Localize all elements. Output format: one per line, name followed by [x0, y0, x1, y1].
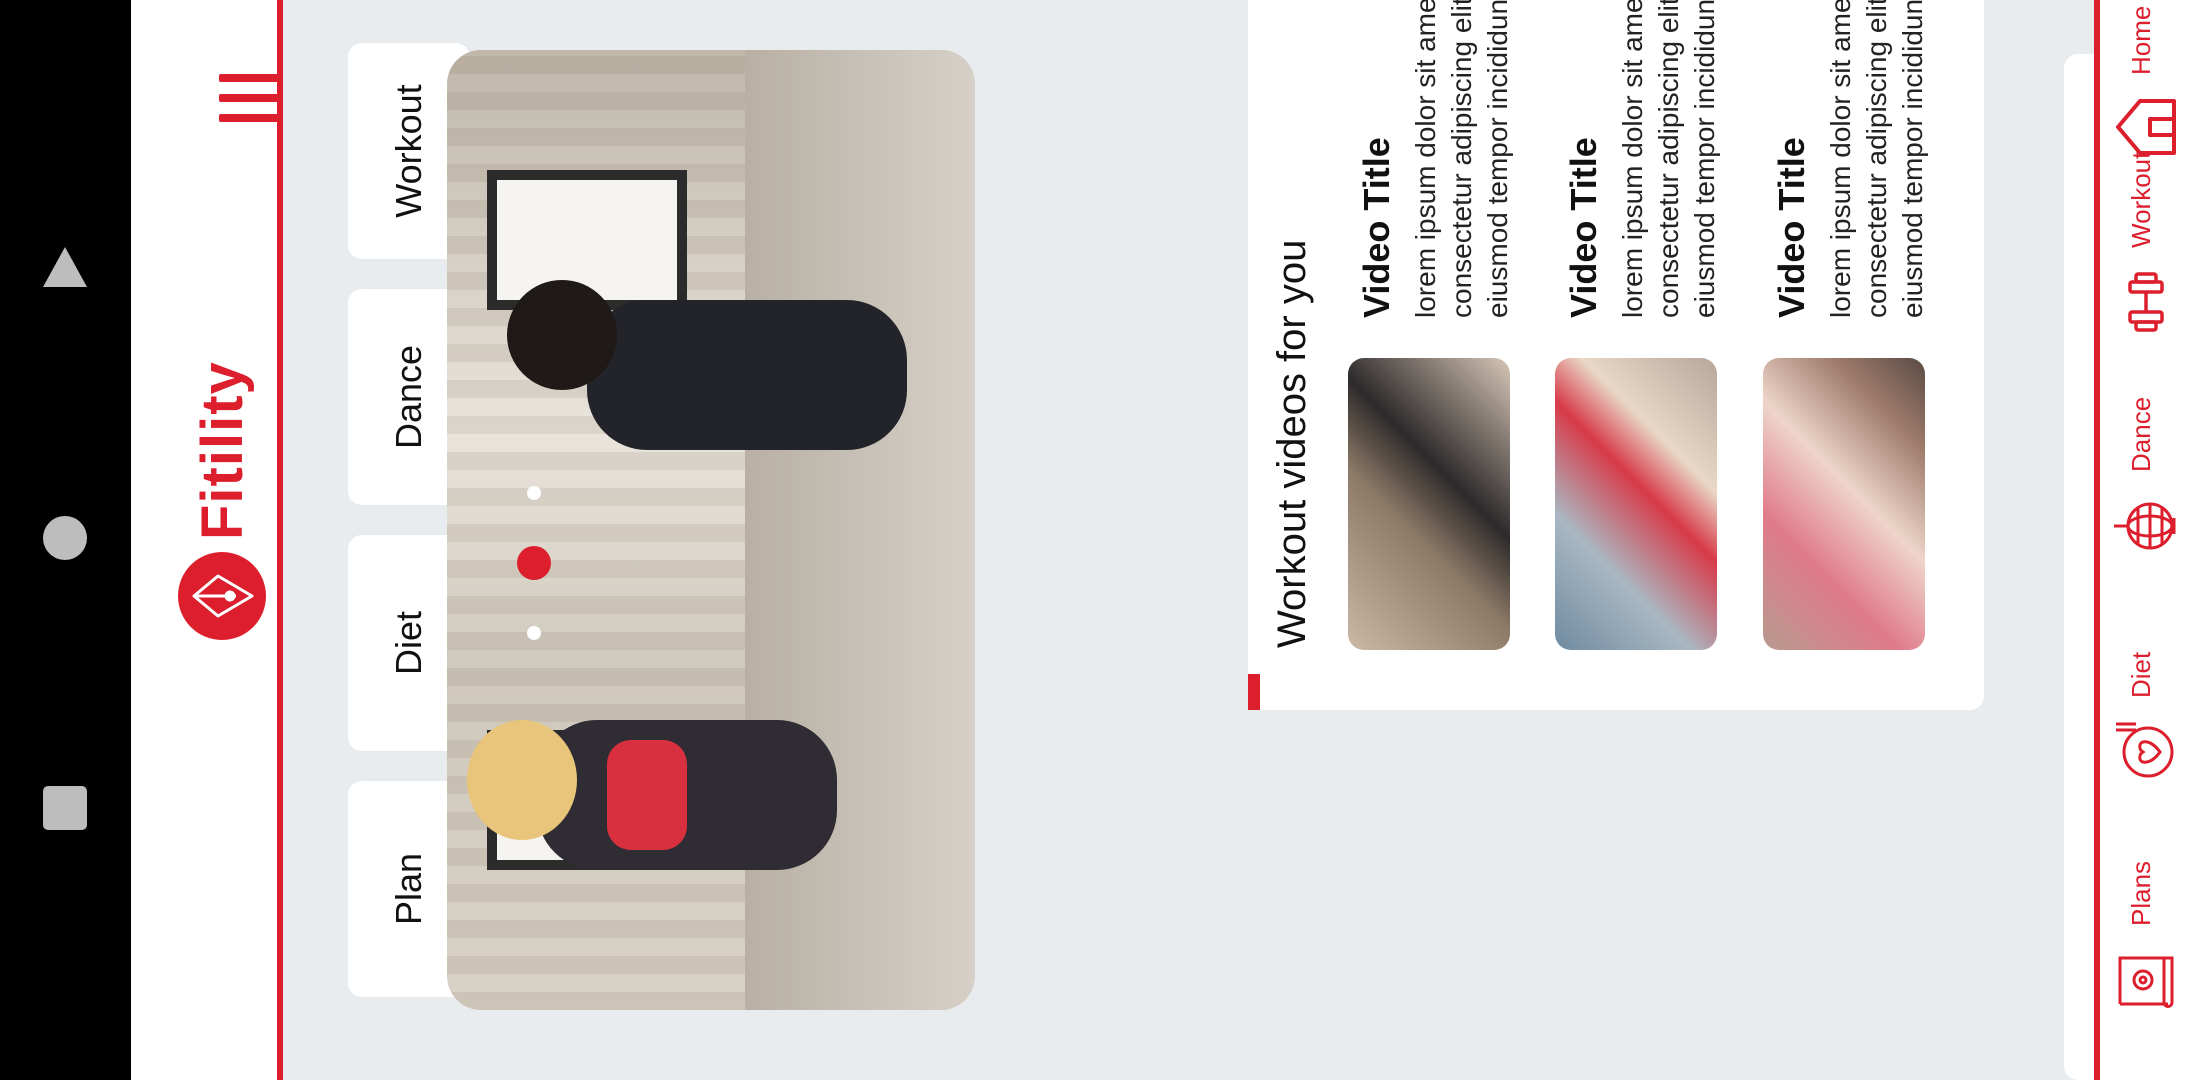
- nav-label: Dance: [2126, 396, 2156, 472]
- hero-banner[interactable]: [447, 50, 975, 1010]
- next-card-peek: [2064, 54, 2094, 1080]
- nav-label: Diet: [2126, 651, 2156, 698]
- woman-jumping-rope-thumbnail: [1555, 358, 1717, 650]
- woman-figure: [537, 720, 837, 870]
- video-list-item[interactable]: Video Title lorem ipsum dolor sit amet, …: [1763, 0, 1928, 650]
- nav-plans[interactable]: Plans: [2100, 858, 2194, 1058]
- nav-home[interactable]: Home: [2100, 0, 2194, 175]
- blonde-hair: [467, 720, 577, 840]
- bottom-navigation: Home Workout Dance Diet Plans: [2094, 0, 2194, 1080]
- group-fitness-class-thumbnail: [1763, 358, 1925, 650]
- back-triangle-icon[interactable]: [40, 243, 90, 293]
- section-accent-bar: [1248, 674, 1260, 710]
- workout-videos-card: Workout videos for you Video Title lorem…: [1248, 0, 1984, 710]
- nav-label: Plans: [2126, 860, 2156, 926]
- video-description: lorem ipsum dolor sit amet, consectetur …: [1617, 0, 1720, 318]
- app-header: Fitility: [131, 0, 283, 1080]
- carousel-indicator: [517, 486, 551, 640]
- carousel-dot[interactable]: [527, 626, 541, 640]
- category-label: Diet: [388, 610, 429, 676]
- video-list-item[interactable]: Video Title lorem ipsum dolor sit amet, …: [1348, 0, 1513, 650]
- category-label: Dance: [388, 344, 429, 450]
- carousel-dot[interactable]: [527, 486, 541, 500]
- disco-ball-icon: [2114, 502, 2176, 550]
- video-title: Video Title: [1356, 137, 1397, 318]
- settings-scroll-icon: [2118, 956, 2174, 1008]
- category-label: Plan: [388, 852, 429, 926]
- nav-workout[interactable]: Workout: [2100, 152, 2194, 380]
- red-top: [607, 740, 687, 850]
- woman-figure: [587, 300, 907, 450]
- couple-stretching-thumbnail: [1348, 358, 1510, 650]
- video-title: Video Title: [1771, 137, 1812, 318]
- section-title: Workout videos for you: [1270, 239, 1314, 648]
- video-list-item[interactable]: Video Title lorem ipsum dolor sit amet, …: [1555, 0, 1720, 650]
- system-navigation-bar: [0, 0, 131, 1080]
- nav-diet[interactable]: Diet: [2100, 630, 2194, 830]
- carousel-dot-active[interactable]: [517, 546, 551, 580]
- home-circle-icon[interactable]: [40, 513, 90, 563]
- brand: Fitility: [178, 361, 266, 640]
- video-description: lorem ipsum dolor sit amet, consectetur …: [1410, 0, 1513, 318]
- dumbbell-icon: [2128, 272, 2164, 332]
- recents-square-icon[interactable]: [40, 783, 90, 833]
- category-label: Workout: [388, 84, 429, 218]
- hamburger-menu-icon[interactable]: [219, 30, 283, 122]
- dark-hair: [507, 280, 617, 390]
- nav-label: Home: [2126, 5, 2156, 75]
- brand-name: Fitility: [189, 361, 255, 540]
- video-title: Video Title: [1563, 137, 1604, 318]
- nav-label: Workout: [2126, 151, 2156, 248]
- nav-dance[interactable]: Dance: [2100, 397, 2194, 604]
- heart-plate-icon: [2116, 722, 2174, 778]
- app-screen: Fitility Workout Dance Diet Plan Workout…: [131, 0, 2194, 1080]
- video-description: lorem ipsum dolor sit amet, consectetur …: [1825, 0, 1928, 318]
- pen-nib-logo-icon: [178, 552, 266, 640]
